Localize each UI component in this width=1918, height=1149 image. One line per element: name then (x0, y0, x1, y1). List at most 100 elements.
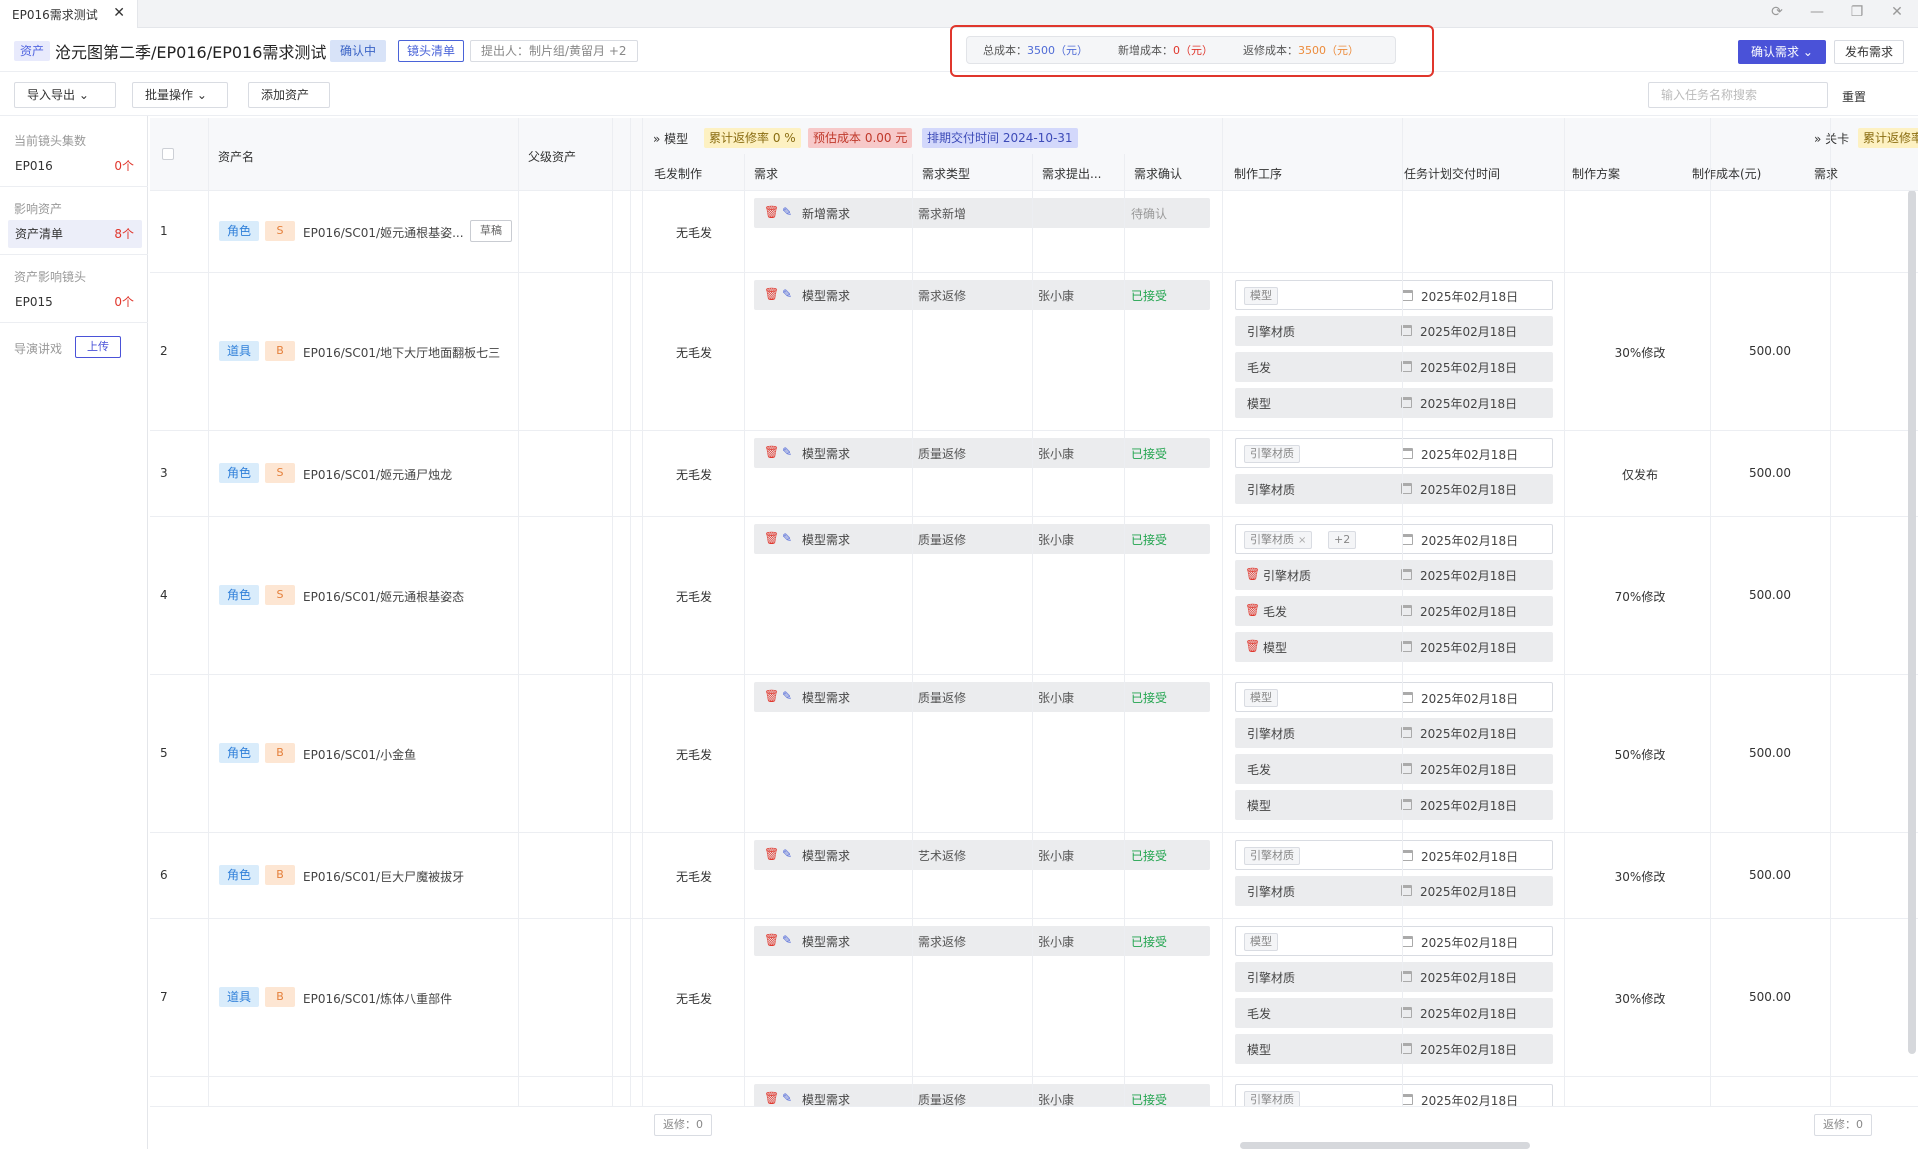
column-requirement-by: 需求提出... (1042, 167, 1102, 181)
column-requirement-confirm: 需求确认 (1134, 167, 1183, 181)
process-row[interactable]: 🗑 毛发 2025年02月18日 (1235, 596, 1553, 626)
import-export-dropdown[interactable]: 导入导出 ⌄ (14, 82, 116, 108)
trash-icon[interactable]: 🗑 (764, 445, 779, 459)
close-icon[interactable]: × (1298, 535, 1306, 546)
sidebar-item-ep016[interactable]: EP016 0个 (8, 152, 142, 180)
shot-list-button[interactable]: 镜头清单 (398, 40, 465, 62)
asset-name[interactable]: EP016/SC01/姬元通根基姿态 (303, 588, 464, 605)
delivery-date: 2025年02月18日 (1420, 971, 1518, 985)
requirement-name: 模型需求 (802, 447, 851, 461)
trash-icon[interactable]: 🗑 (764, 531, 779, 545)
process-row[interactable]: 引擎材质 2025年02月18日 (1235, 316, 1553, 346)
process-row[interactable]: 引擎材质 2025年02月18日 (1235, 962, 1553, 992)
sidebar-item-count: 8个 (114, 227, 134, 241)
column-divider (518, 118, 519, 1106)
edit-icon[interactable]: ✎ (782, 689, 792, 703)
process-row[interactable]: 引擎材质 2025年02月18日 (1235, 438, 1553, 468)
column-parent-asset: 父级资产 (528, 150, 577, 164)
trash-icon[interactable]: 🗑 (764, 847, 779, 861)
process-row[interactable]: 模型 2025年02月18日 (1235, 682, 1553, 712)
card-group-label[interactable]: » 关卡 (1814, 130, 1849, 147)
table-footer: 返修：0 返修：0 (150, 1106, 1918, 1144)
delivery-date: 2025年02月18日 (1420, 1043, 1518, 1057)
row-divider (150, 674, 1918, 675)
column-cost: 制作成本(元) (1692, 167, 1762, 181)
trash-icon[interactable]: 🗑 (1245, 567, 1260, 581)
sidebar-group-affected-assets: 影响资产 (14, 202, 63, 216)
more-process-count: +2 (1328, 531, 1357, 549)
restore-icon[interactable]: ❐ (1847, 4, 1867, 20)
edit-icon[interactable]: ✎ (782, 531, 792, 545)
model-group-label[interactable]: » 模型 (653, 130, 688, 147)
process-row[interactable]: 引擎材质 2025年02月18日 (1235, 840, 1553, 870)
sidebar-item-count: 0个 (114, 295, 134, 309)
double-chevron-icon: » (653, 132, 665, 146)
column-divider (912, 154, 913, 1106)
process-row[interactable]: 毛发 2025年02月18日 (1235, 754, 1553, 784)
requirement-bar: 🗑 ✎ 模型需求 需求返修 张小康 已接受 (754, 280, 1210, 310)
batch-operation-dropdown[interactable]: 批量操作 ⌄ (132, 82, 228, 108)
asset-name[interactable]: EP016/SC01/巨大尸魔被拔牙 (303, 868, 464, 885)
chevron-down-icon: ⌄ (1802, 45, 1813, 59)
add-asset-button[interactable]: 添加资产 (248, 82, 330, 108)
task-search-input[interactable] (1648, 82, 1828, 108)
close-icon[interactable]: ✕ (113, 5, 125, 21)
process-row[interactable]: 模型 2025年02月18日 (1235, 280, 1553, 310)
refresh-icon[interactable]: ⟳ (1767, 4, 1787, 20)
row-divider (150, 430, 1918, 431)
requirement-bar: 🗑 ✎ 新增需求 需求新增 待确认 (754, 198, 1210, 228)
horizontal-scrollbar[interactable] (1240, 1142, 1530, 1149)
trash-icon[interactable]: 🗑 (1245, 639, 1260, 653)
process-row[interactable]: 毛发 2025年02月18日 (1235, 998, 1553, 1028)
sidebar-item-ep015[interactable]: EP015 0个 (8, 288, 142, 316)
process-row[interactable]: 引擎材质 × +2 2025年02月18日 (1235, 524, 1553, 554)
process-row[interactable]: 模型 2025年02月18日 (1235, 1034, 1553, 1064)
select-all-checkbox[interactable] (162, 148, 174, 160)
minimize-icon[interactable]: — (1807, 4, 1827, 20)
trash-icon[interactable]: 🗑 (764, 689, 779, 703)
edit-icon[interactable]: ✎ (782, 1091, 792, 1105)
asset-name[interactable]: EP016/SC01/炼体八重部件 (303, 990, 452, 1007)
edit-icon[interactable]: ✎ (782, 847, 792, 861)
process-name: 引擎材质 (1247, 325, 1296, 339)
edit-icon[interactable]: ✎ (782, 445, 792, 459)
process-row[interactable]: 引擎材质 2025年02月18日 (1235, 474, 1553, 504)
edit-icon[interactable]: ✎ (782, 287, 792, 301)
process-row[interactable]: 引擎材质 2025年02月18日 (1235, 876, 1553, 906)
sidebar-item-asset-list[interactable]: 资产清单 8个 (8, 220, 142, 248)
trash-icon[interactable]: 🗑 (764, 933, 779, 947)
tab-ep016[interactable]: EP016需求测试 ✕ (0, 0, 138, 28)
asset-name[interactable]: EP016/SC01/姬元通尸烛龙 (303, 466, 452, 483)
trash-icon[interactable]: 🗑 (1245, 603, 1260, 617)
asset-name[interactable]: EP016/SC01/姬元通根基姿... (303, 224, 464, 241)
process-tag: 模型 (1244, 287, 1278, 305)
confirm-requirement-button[interactable]: 确认需求 ⌄ (1738, 40, 1826, 64)
publish-requirement-button[interactable]: 发布需求 (1834, 40, 1904, 64)
column-divider (630, 118, 631, 1106)
process-row[interactable]: 模型 2025年02月18日 (1235, 388, 1553, 418)
asset-name[interactable]: EP016/SC01/小金鱼 (303, 746, 416, 763)
trash-icon[interactable]: 🗑 (764, 1091, 779, 1105)
upload-button[interactable]: 上传 (75, 336, 121, 358)
requirement-status: 已接受 (1131, 849, 1168, 863)
edit-icon[interactable]: ✎ (782, 933, 792, 947)
process-row[interactable]: 🗑 模型 2025年02月18日 (1235, 632, 1553, 662)
row-index: 2 (160, 344, 168, 358)
process-row[interactable]: 🗑 引擎材质 2025年02月18日 (1235, 560, 1553, 590)
edit-icon[interactable]: ✎ (782, 205, 792, 219)
reset-button[interactable]: 重置 (1842, 88, 1866, 105)
chevron-down-icon: ⌄ (75, 88, 89, 102)
process-row[interactable]: 毛发 2025年02月18日 (1235, 352, 1553, 382)
draft-button[interactable]: 草稿 (470, 220, 512, 242)
process-row[interactable]: 引擎材质 2025年02月18日 (1235, 718, 1553, 748)
asset-name[interactable]: EP016/SC01/地下大厅地面翻板七三 (303, 344, 500, 361)
row-index: 1 (160, 224, 168, 238)
trash-icon[interactable]: 🗑 (764, 287, 779, 301)
requirement-name: 新增需求 (802, 207, 851, 221)
vertical-scrollbar[interactable] (1908, 190, 1916, 1054)
window-close-icon[interactable]: ✕ (1887, 4, 1907, 20)
process-name: 毛发 (1263, 605, 1288, 619)
process-row[interactable]: 模型 2025年02月18日 (1235, 790, 1553, 820)
process-row[interactable]: 模型 2025年02月18日 (1235, 926, 1553, 956)
trash-icon[interactable]: 🗑 (764, 205, 779, 219)
